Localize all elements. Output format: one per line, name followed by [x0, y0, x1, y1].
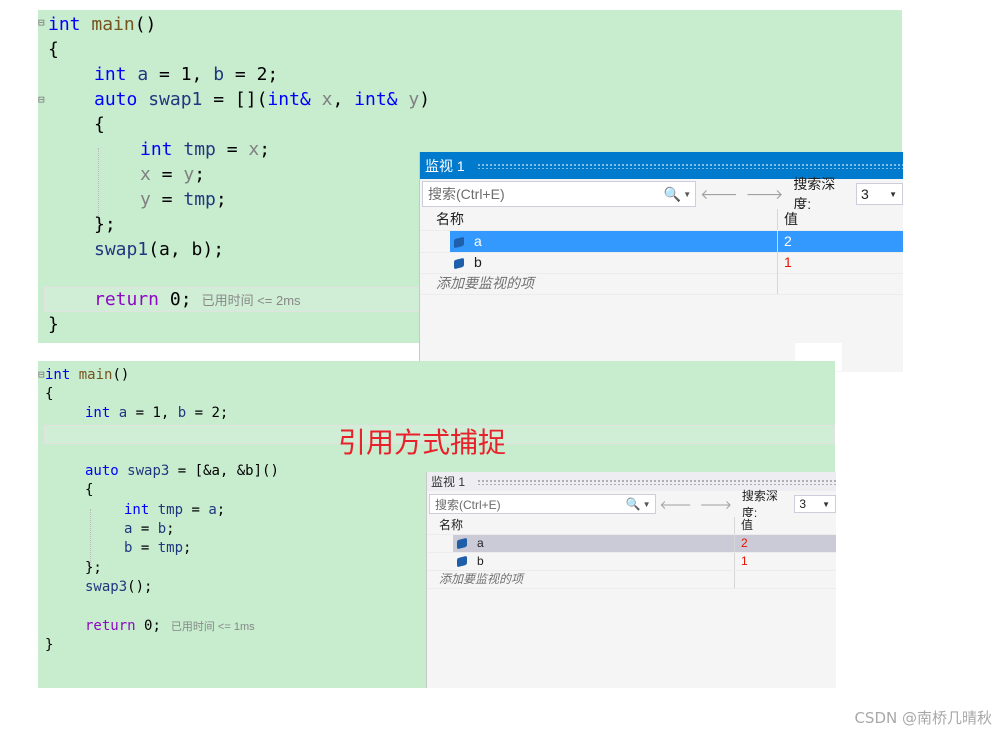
watch-window-top[interactable]: 监视 1 搜索(Ctrl+E) 🔍 ▼ 🡐 🡒 搜索深度: 3 ▼ 名称 值 a …: [419, 152, 903, 372]
code-line: int a = 1, b = 2;: [85, 405, 229, 421]
chevron-down-icon: ▼: [889, 189, 897, 199]
chevron-down-icon[interactable]: ▼: [683, 190, 695, 199]
title-grip: [477, 478, 836, 485]
column-header-value[interactable]: 值: [734, 517, 836, 534]
code-line: {: [94, 114, 105, 135]
watch-row[interactable]: b 1: [420, 252, 903, 274]
grid-header: 名称 值: [420, 209, 903, 231]
watch-title: 监视 1: [425, 157, 465, 174]
search-depth-value: 3: [860, 186, 869, 202]
watch-search-input[interactable]: 搜索(Ctrl+E) 🔍 ▼: [429, 494, 656, 514]
watch-row[interactable]: a 2: [420, 231, 903, 253]
watch-toolbar: 搜索(Ctrl+E) 🔍 ▼ 🡐 🡒 搜索深度: 3 ▼: [420, 176, 903, 212]
search-depth-select[interactable]: 3 ▼: [794, 495, 836, 513]
watch-row-value: 1: [741, 554, 748, 568]
watch-row-name: b: [477, 554, 484, 568]
add-watch-item-hint: 添加要监视的项: [439, 572, 524, 586]
watch-row-name: b: [474, 254, 482, 270]
annotation-caption: 引用方式捕捉: [338, 426, 507, 459]
grid-header: 名称 值: [427, 517, 836, 535]
title-grip: [476, 162, 903, 169]
watch-row[interactable]: b 1: [427, 553, 836, 571]
search-placeholder: 搜索(Ctrl+E): [428, 186, 505, 202]
code-line: int a = 1, b = 2;: [94, 64, 279, 85]
code-line: auto swap1 = [](int& x, int& y): [94, 89, 431, 110]
elapsed-time-hint: 已用时间 <= 1ms: [170, 621, 255, 633]
search-depth-label: 搜索深度:: [741, 489, 778, 520]
search-depth-select[interactable]: 3 ▼: [855, 183, 903, 205]
add-watch-row[interactable]: 添加要监视的项: [420, 273, 903, 295]
watch-title: 监视 1: [431, 475, 466, 489]
watch-toolbar: 搜索(Ctrl+E) 🔍 ▼ 🡐 🡒 搜索深度: 3 ▼: [427, 489, 836, 520]
variable-icon: [457, 555, 467, 568]
column-header-name[interactable]: 名称: [427, 517, 746, 534]
column-header-name[interactable]: 名称: [420, 209, 793, 230]
column-header-value[interactable]: 值: [777, 209, 903, 230]
watch-row-value: 1: [784, 254, 792, 270]
watch-row[interactable]: a 2: [427, 535, 836, 553]
code-line: int main(): [48, 14, 157, 35]
back-arrow-icon[interactable]: 🡐: [656, 497, 696, 512]
forward-arrow-icon[interactable]: 🡒: [696, 497, 736, 512]
search-icon[interactable]: 🔍: [624, 497, 643, 511]
variable-icon: [457, 537, 467, 550]
back-arrow-icon[interactable]: 🡐: [696, 186, 742, 203]
variable-icon: [454, 257, 464, 270]
chevron-down-icon[interactable]: ▼: [643, 500, 655, 509]
code-line: {: [48, 39, 59, 60]
watch-row-value: 2: [741, 536, 748, 550]
code-line: int main(): [45, 367, 130, 383]
variable-icon: [454, 236, 464, 249]
forward-arrow-icon[interactable]: 🡒: [742, 186, 788, 203]
code-line: {: [45, 386, 54, 402]
search-placeholder: 搜索(Ctrl+E): [435, 497, 501, 512]
search-depth-value: 3: [799, 497, 807, 511]
watch-search-input[interactable]: 搜索(Ctrl+E) 🔍 ▼: [422, 181, 697, 207]
watch-row-value: 2: [784, 233, 792, 249]
search-depth-label: 搜索深度:: [793, 176, 836, 212]
search-icon[interactable]: 🔍: [662, 186, 683, 203]
add-watch-row[interactable]: 添加要监视的项: [427, 571, 836, 589]
elapsed-time-hint: 已用时间 <= 2ms: [201, 293, 301, 308]
add-watch-item-hint: 添加要监视的项: [436, 275, 534, 291]
watch-row-name: a: [474, 233, 482, 249]
watch-row-name: a: [477, 536, 484, 550]
chevron-down-icon: ▼: [822, 499, 830, 509]
watermark: CSDN @南桥几晴秋: [854, 709, 992, 727]
watch-window-bottom[interactable]: 监视 1 搜索(Ctrl+E) 🔍 ▼ 🡐 🡒 搜索深度: 3 ▼ 名称 值 a …: [426, 472, 836, 688]
